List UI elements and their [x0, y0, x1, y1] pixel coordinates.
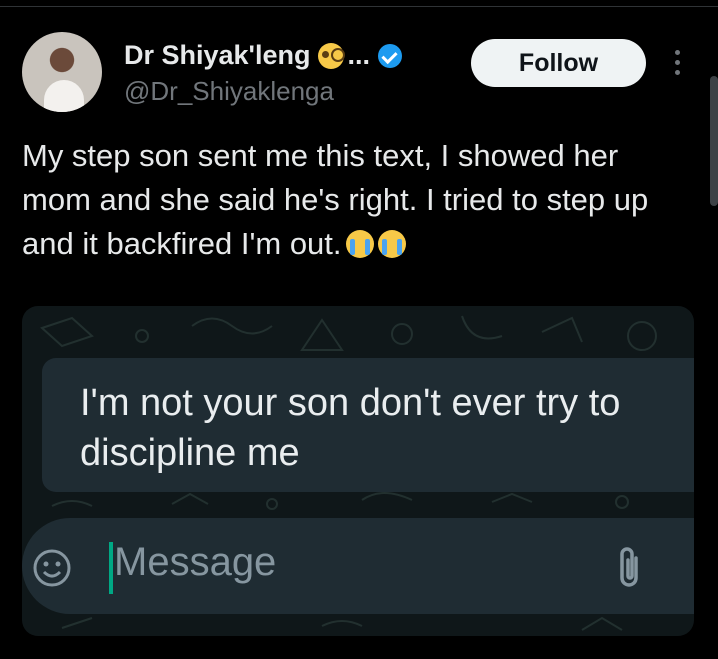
text-cursor [109, 542, 113, 594]
avatar[interactable] [22, 32, 102, 112]
monocle-face-icon [318, 42, 346, 69]
tweet-text: My step son sent me this text, I showed … [22, 138, 649, 261]
author-name[interactable]: Dr Shiyak'leng [124, 40, 310, 71]
message-text: I'm not your son don't ever try to disci… [80, 378, 620, 478]
message-input-bar: Message [22, 518, 694, 614]
message-line-2: discipline me [80, 432, 300, 474]
author-handle[interactable]: @Dr_Shiyaklenga [124, 76, 334, 107]
top-divider [0, 0, 718, 7]
verified-badge-icon [378, 43, 402, 68]
scrollbar[interactable] [710, 76, 718, 206]
paperclip-icon [620, 547, 638, 587]
tweet-text-container: My step son sent me this text, I showed … [22, 134, 682, 266]
tweet-media-image[interactable]: I'm not your son don't ever try to disci… [22, 306, 694, 636]
loudly-crying-face-icon [345, 230, 374, 258]
message-line-1: I'm not your son don't ever try to [80, 382, 621, 424]
more-options-icon[interactable] [672, 50, 682, 80]
message-input-placeholder: Message [114, 540, 277, 584]
name-ellipsis: ... [347, 40, 370, 70]
received-message-bubble: I'm not your son don't ever try to disci… [42, 358, 694, 492]
follow-button[interactable]: Follow [471, 39, 646, 87]
loudly-crying-face-icon [377, 230, 406, 258]
emoji-icon [33, 549, 71, 587]
author-name-row[interactable]: Dr Shiyak'leng ... [124, 40, 402, 71]
